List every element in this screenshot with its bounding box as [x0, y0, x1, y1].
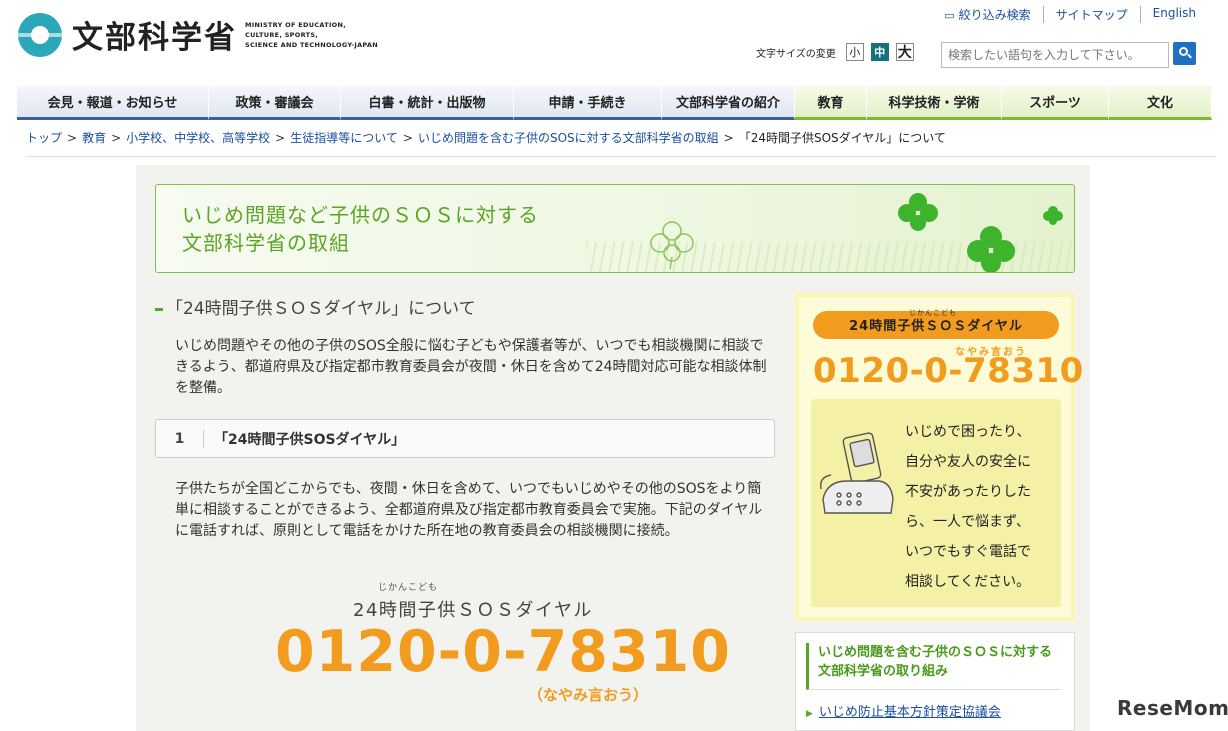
clover-outline-icon — [650, 221, 694, 269]
breadcrumb-link-guidance[interactable]: 生徒指導等について — [290, 131, 398, 145]
nav-item-policy[interactable]: 政策・審議会 — [209, 86, 341, 120]
nav-item-culture[interactable]: 文化 — [1109, 86, 1212, 120]
utility-links: ▭ 絞り込み検索 サイトマップ English — [932, 6, 1208, 23]
breadcrumb-link-schools[interactable]: 小学校、中学校、高等学校 — [126, 131, 270, 145]
search-button[interactable] — [1173, 42, 1196, 65]
page-banner: いじめ問題など子供のＳＯＳに対する 文部科学省の取組 — [155, 184, 1075, 273]
sos-dial-pill-ruby: じかんこども — [909, 309, 957, 317]
sos-message-box: いじめで困ったり、 自分や友人の安全に 不安があったりした ら、一人で悩まず、 … — [811, 399, 1061, 607]
dial-ruby: じかんこども — [378, 583, 439, 593]
global-nav: 会見・報道・お知らせ 政策・審議会 白書・統計・出版物 申請・手続き 文部科学省… — [17, 86, 1212, 122]
font-size-medium-button[interactable]: 中 — [870, 43, 889, 61]
nav-item-press[interactable]: 会見・報道・お知らせ — [17, 86, 209, 120]
nav-item-applications[interactable]: 申請・手続き — [514, 86, 662, 120]
english-link[interactable]: English — [1139, 6, 1208, 23]
banner-title: いじめ問題など子供のＳＯＳに対する 文部科学省の取組 — [182, 203, 539, 255]
site-header: 文部科学省 MINISTRY OF EDUCATION, CULTURE, SP… — [0, 0, 1228, 86]
font-size-switcher: 文字サイズの変更 小 中 大 — [756, 43, 921, 61]
section-number: 1 — [156, 429, 204, 448]
font-size-small-button[interactable]: 小 — [845, 43, 864, 61]
search-filter-icon: ▭ — [944, 9, 955, 22]
breadcrumb: トップ > 教育 > 小学校、中学校、高等学校 > 生徒指導等について > いじめ問題を含む子供… — [26, 129, 1216, 157]
related-links-box: いじめ問題を含む子供のＳＯＳに対する文部科学省の取り組み ▶ いじめ防止基本方針策… — [795, 632, 1075, 731]
dial-number: 0120-0-78310 — [275, 619, 731, 685]
advanced-search-link[interactable]: ▭ 絞り込み検索 — [932, 6, 1042, 23]
nav-item-about[interactable]: 文部科学省の紹介 — [662, 86, 795, 120]
related-link[interactable]: ▶ いじめ防止基本方針策定協議会 — [806, 701, 1001, 720]
breadcrumb-link-top[interactable]: トップ — [26, 131, 62, 145]
site-logo[interactable]: 文部科学省 MINISTRY OF EDUCATION, CULTURE, SP… — [18, 12, 378, 57]
clover-icon — [898, 193, 938, 231]
related-links-title: いじめ問題を含む子供のＳＯＳに対する文部科学省の取り組み — [806, 643, 1061, 690]
nav-item-science[interactable]: 科学技術・学術 — [867, 86, 1002, 120]
logo-text-jp: 文部科学省 — [72, 20, 237, 56]
arrow-right-icon: ▶ — [806, 709, 813, 719]
dial-reading: （なやみ言おう） — [528, 686, 649, 704]
heading-marker — [155, 307, 163, 311]
clover-large-icon — [967, 226, 1015, 272]
mext-logo-icon — [18, 12, 62, 57]
intro-text: いじめ問題やその他の子供のSOS全般に悩む子どもや保護者等が、いつでも相談機関に… — [175, 338, 767, 396]
section-body: 子供たちが全国どこからでも、夜間・休日を含めて、いつでもいじめやその他のSOSを… — [175, 481, 763, 539]
nav-item-education[interactable]: 教育 — [795, 86, 867, 120]
logo-text-en: MINISTRY OF EDUCATION, CULTURE, SPORTS, … — [245, 20, 378, 49]
font-size-label: 文字サイズの変更 — [756, 48, 836, 60]
section-heading: 1 「24時間子供SOSダイヤル」 — [155, 419, 775, 458]
sos-dial-number: 0120-0-78310 — [813, 351, 1084, 391]
page-heading: 「24時間子供ＳＯＳダイヤル」について — [155, 294, 476, 319]
nav-item-publications[interactable]: 白書・統計・出版物 — [341, 86, 514, 120]
phone-illustration-icon — [820, 432, 894, 514]
sitemap-link[interactable]: サイトマップ — [1042, 6, 1140, 23]
clover-small-icon — [1043, 206, 1063, 225]
sos-dial-panel: 24時間子供ＳＯＳダイヤル じかんこども なやみ言おう 0120-0-78310… — [795, 293, 1083, 621]
breadcrumb-current: 「24時間子供SOSダイヤル」について — [738, 131, 946, 145]
breadcrumb-link-bullying[interactable]: いじめ問題を含む子供のSOSに対する文部科学省の取組 — [418, 131, 719, 145]
font-size-large-button[interactable]: 大 — [895, 43, 914, 61]
sos-message: いじめで困ったり、 自分や友人の安全に 不安があったりした ら、一人で悩まず、 … — [905, 424, 1031, 590]
breadcrumb-link-education[interactable]: 教育 — [82, 131, 106, 145]
section-title: 「24時間子供SOSダイヤル」 — [214, 431, 406, 448]
search-input[interactable] — [941, 42, 1169, 68]
nav-item-sports[interactable]: スポーツ — [1002, 86, 1109, 120]
watermark-logo: ReseMom — [1117, 696, 1228, 720]
